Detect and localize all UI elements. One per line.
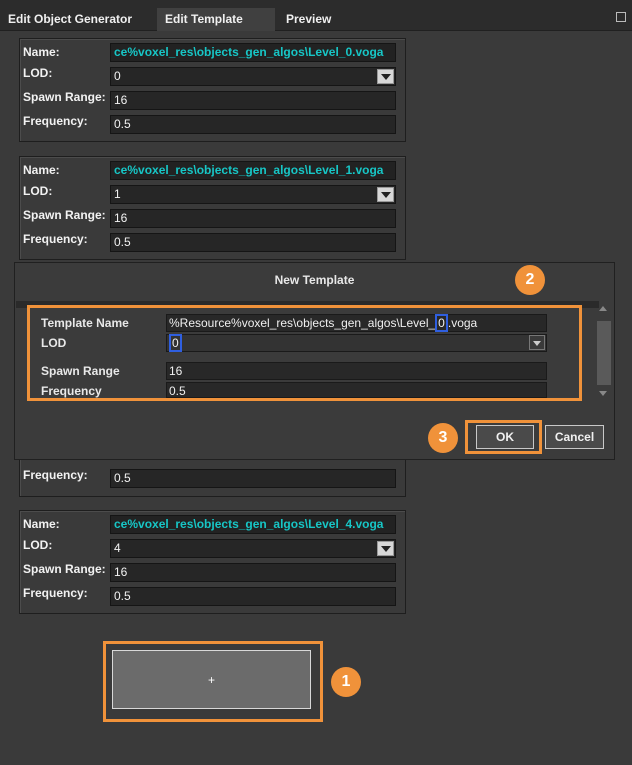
frequency-field[interactable]: 0.5 [110,469,396,488]
spawn-range-label: Spawn Range: [23,90,106,104]
lod-value: 4 [114,541,121,555]
spawn-range-label: Spawn Range: [23,208,106,222]
lod-dropdown[interactable]: 0 [110,67,396,86]
frequency-label: Frequency: [23,586,88,600]
ok-button-highlight [465,420,542,454]
fields-highlight [27,305,582,401]
lod-label: LOD: [23,66,53,80]
tab-edit-object-generator[interactable]: Edit Object Generator [0,8,140,31]
chevron-down-icon[interactable] [377,541,394,556]
chevron-down-icon[interactable] [377,187,394,202]
template-name-field[interactable]: ce%voxel_res\objects_gen_algos\Level_1.v… [110,161,396,180]
chevron-down-icon[interactable] [377,69,394,84]
frequency-label: Frequency: [23,232,88,246]
step-badge-2: 2 [515,265,545,295]
frequency-field[interactable]: 0.5 [110,115,396,134]
spawn-range-field[interactable]: 16 [110,91,396,110]
name-label: Name: [23,517,60,531]
spawn-range-label: Spawn Range: [23,562,106,576]
frequency-field[interactable]: 0.5 [110,587,396,606]
lod-label: LOD: [23,538,53,552]
frequency-field[interactable]: 0.5 [110,233,396,252]
tab-bar: Edit Object Generator Edit Template Prev… [0,0,632,31]
name-label: Name: [23,163,60,177]
lod-value: 0 [114,69,121,83]
scroll-up-icon[interactable] [599,306,607,311]
step-badge-1: 1 [331,667,361,697]
spawn-range-field[interactable]: 16 [110,209,396,228]
lod-value: 1 [114,187,121,201]
add-template-button[interactable]: + [112,650,311,709]
scrollbar-thumb[interactable] [597,321,611,385]
template-group-4: Name: ce%voxel_res\objects_gen_algos\Lev… [19,510,406,614]
template-group-1: Name: ce%voxel_res\objects_gen_algos\Lev… [19,156,406,260]
step-badge-3: 3 [428,423,458,453]
lod-dropdown[interactable]: 4 [110,539,396,558]
template-group-0: Name: ce%voxel_res\objects_gen_algos\Lev… [19,38,406,142]
tab-edit-template[interactable]: Edit Template [157,8,275,31]
frequency-label: Frequency: [23,114,88,128]
lod-dropdown[interactable]: 1 [110,185,396,204]
scroll-down-icon[interactable] [599,391,607,396]
template-name-field[interactable]: ce%voxel_res\objects_gen_algos\Level_0.v… [110,43,396,62]
tab-preview[interactable]: Preview [278,8,339,31]
pin-icon[interactable] [616,12,626,22]
cancel-button[interactable]: Cancel [545,425,604,449]
spawn-range-field[interactable]: 16 [110,563,396,582]
frequency-label: Frequency: [23,468,88,482]
lod-label: LOD: [23,184,53,198]
name-label: Name: [23,45,60,59]
scrollbar[interactable] [595,303,612,399]
template-name-field[interactable]: ce%voxel_res\objects_gen_algos\Level_4.v… [110,515,396,534]
